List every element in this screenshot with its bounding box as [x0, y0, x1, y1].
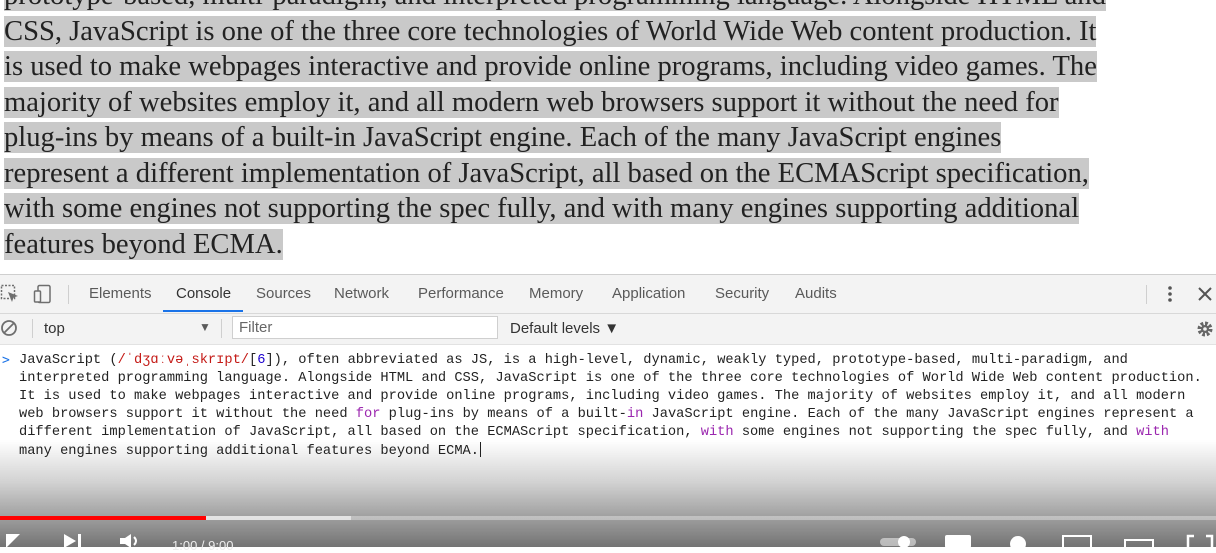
page-line: is used to make webpages interactive and… [4, 51, 1097, 82]
video-overlay-gradient [0, 440, 1216, 547]
active-tab-indicator [163, 310, 243, 312]
context-selector[interactable]: top [44, 320, 65, 337]
page-line: prototype-based, multi-paradigm, and int… [4, 0, 1216, 14]
video-progress-bar[interactable] [0, 516, 1216, 520]
page-line: majority of websites employ it, and all … [4, 86, 1059, 118]
console-text-segment: some engines not supporting the spec ful… [733, 425, 1137, 440]
close-devtools-icon[interactable] [1195, 284, 1215, 304]
console-prompt-icon: > [2, 353, 10, 368]
page-line: represent a different implementation of … [4, 157, 1089, 189]
theater-mode-icon[interactable] [1124, 534, 1154, 553]
fullscreen-icon[interactable] [1186, 534, 1214, 553]
tab-performance[interactable]: Performance [418, 285, 504, 302]
play-icon[interactable] [4, 534, 24, 553]
tab-application[interactable]: Application [612, 285, 685, 302]
tab-security[interactable]: Security [715, 285, 769, 302]
device-toolbar-icon[interactable] [33, 284, 53, 304]
miniplayer-icon[interactable] [1062, 534, 1092, 553]
autoplay-toggle-icon[interactable] [880, 534, 920, 553]
console-text-segment: in [626, 407, 644, 422]
devtools-tabbar: Elements Console Sources Network Perform… [0, 275, 1216, 314]
filterbar-divider [221, 319, 222, 338]
video-time: 1:00 / 9:00 [172, 538, 234, 553]
video-played-bar [0, 516, 206, 520]
page-line: plug-ins by means of a built-in JavaScri… [4, 122, 1002, 153]
console-text-segment: JavaScript ( [19, 353, 118, 368]
console-text-segment: with [1136, 425, 1169, 440]
settings-gear-icon[interactable] [1004, 534, 1032, 553]
more-options-icon[interactable] [1160, 284, 1180, 304]
selected-paragraph[interactable]: prototype-based, multi-paradigm, and int… [0, 0, 1216, 262]
console-filter-bar: top ▼ Filter Default levels ▼ [0, 314, 1216, 345]
tab-console[interactable]: Console [176, 285, 231, 302]
inspect-element-icon[interactable] [0, 284, 20, 304]
tabbar-divider [68, 285, 69, 304]
log-levels-dropdown[interactable]: Default levels ▼ [510, 320, 619, 337]
console-settings-gear-icon[interactable] [1195, 319, 1215, 339]
page-line: CSS, JavaScript is one of the three core… [4, 15, 1097, 47]
tab-network[interactable]: Network [334, 285, 389, 302]
volume-icon[interactable] [118, 534, 146, 553]
clear-console-icon[interactable] [0, 319, 20, 339]
filterbar-divider [32, 319, 33, 338]
tabbar-divider [1146, 285, 1147, 304]
console-text-segment: with [700, 425, 734, 440]
tab-sources[interactable]: Sources [256, 285, 311, 302]
page-line: with some engines not supporting the spe… [4, 193, 1080, 224]
tab-memory[interactable]: Memory [529, 285, 583, 302]
console-filter-input[interactable]: Filter [232, 316, 498, 339]
console-text-segment: plug-ins by means of a built- [380, 407, 627, 422]
console-text-segment: /ˈdʒɑːvəˌskrɪpt/ [117, 353, 249, 368]
console-text-segment: [ [249, 353, 258, 368]
console-text-segment: for [355, 407, 381, 422]
page-content: prototype-based, multi-paradigm, and int… [0, 0, 1216, 274]
page-line: features beyond ECMA. [4, 228, 283, 260]
subtitles-icon[interactable] [944, 534, 972, 553]
next-video-icon[interactable] [62, 534, 86, 553]
context-dropdown-icon[interactable]: ▼ [199, 320, 211, 334]
tab-elements[interactable]: Elements [89, 285, 152, 302]
tab-audits[interactable]: Audits [795, 285, 837, 302]
